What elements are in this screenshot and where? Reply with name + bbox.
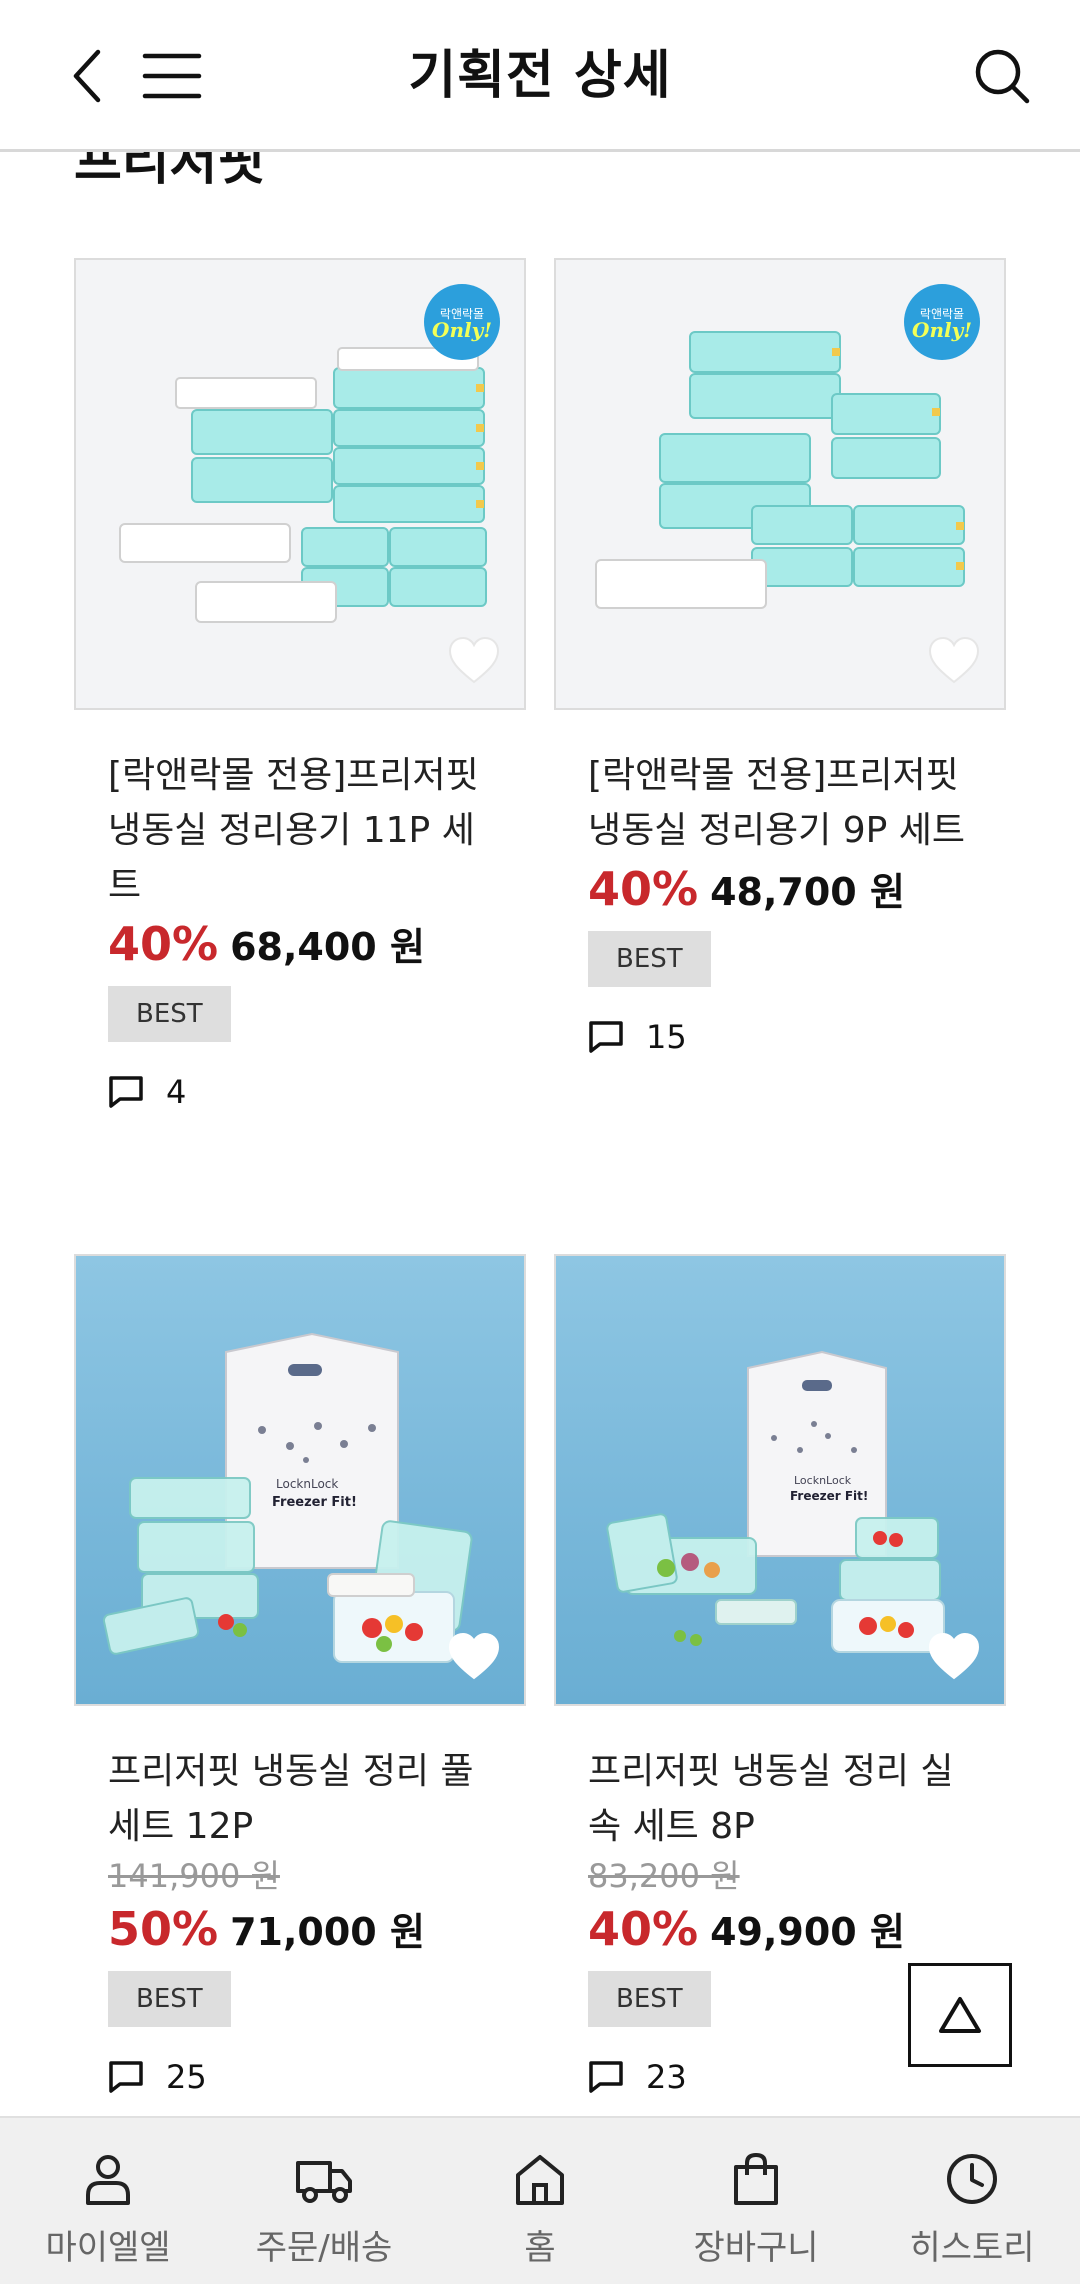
box-logo: LocknLock [276, 1477, 338, 1491]
product-image[interactable]: 락앤락몰 Only! [554, 258, 1006, 710]
discount-rate: 50% [108, 1902, 219, 1956]
only-badge: 락앤락몰 Only! [424, 284, 500, 360]
home-icon [516, 2155, 564, 2205]
best-badge: BEST [588, 931, 711, 987]
product-name[interactable]: [락앤락몰 전용]프리저핏 냉동실 정리용기 11P 세트 [108, 748, 492, 913]
comment-icon [589, 2061, 623, 2093]
price-row: 50% 71,000 원 [108, 1898, 492, 1963]
best-badge: BEST [588, 1971, 711, 2027]
box-title: Freezer Fit! [272, 1495, 357, 1510]
search-icon [975, 49, 1030, 104]
review-count[interactable]: 15 [588, 1017, 972, 1057]
nav-item-home[interactable]: 홈 [432, 2118, 648, 2284]
sale-price: 49,900 원 [710, 1910, 905, 1954]
original-price: 83,200 원 [588, 1857, 740, 1895]
comment-icon [109, 1076, 143, 1108]
nav-label: 히스토리 [909, 2228, 1035, 2268]
bottom-navigation: 마이엘엘 주문/배송 홈 장바구니 히스토리 [0, 2116, 1080, 2284]
product-name[interactable]: [락앤락몰 전용]프리저핏 냉동실 정리용기 9P 세트 [588, 748, 972, 858]
product-name[interactable]: 프리저핏 냉동실 정리 풀세트 12P [108, 1744, 492, 1854]
sale-price: 68,400 원 [230, 925, 425, 969]
nav-item-my[interactable]: 마이엘엘 [0, 2118, 216, 2284]
box-title: Freezer Fit! [790, 1489, 868, 1503]
product-card[interactable]: 락앤락몰 Only! [락앤락몰 전용]프리저핏 냉동실 정리용기 9P 세트 … [554, 258, 1006, 1057]
best-badge: BEST [108, 1971, 231, 2027]
product-image[interactable]: LocknLock Freezer Fit! [74, 1254, 526, 1706]
comment-icon [589, 1021, 623, 1053]
product-card[interactable]: 락앤락몰 Only! [락앤락몰 전용]프리저핏 냉동실 정리용기 11P 세트… [74, 258, 526, 1112]
nav-item-orders[interactable]: 주문/배송 [216, 2118, 432, 2284]
top-header: 기획전 상세 [0, 0, 1080, 152]
original-price: 141,900 원 [108, 1857, 280, 1895]
review-count[interactable]: 25 [108, 2057, 492, 2097]
nav-item-cart[interactable]: 장바구니 [648, 2118, 864, 2284]
clock-icon [947, 2154, 997, 2204]
triangle-up-icon [939, 1997, 981, 2033]
box-logo: LocknLock [794, 1474, 852, 1487]
product-name[interactable]: 프리저핏 냉동실 정리 실속 세트 8P [588, 1744, 972, 1854]
nav-item-history[interactable]: 히스토리 [864, 2118, 1080, 2284]
heart-icon[interactable] [446, 634, 502, 686]
discount-rate: 40% [108, 917, 219, 971]
comment-icon [109, 2061, 143, 2093]
nav-label: 홈 [524, 2228, 556, 2268]
product-card[interactable]: LocknLock Freezer Fit! [74, 1254, 526, 2097]
product-list-area[interactable]: 프리저핏 락앤락몰 Only! [락앤락몰 전용]프리저핏 냉동실 정리용기 1… [0, 152, 1080, 2116]
section-title: 프리저핏 [74, 152, 266, 192]
price-row: 40% 68,400 원 [108, 913, 492, 978]
bag-icon [734, 2152, 778, 2205]
nav-label: 장바구니 [693, 2228, 819, 2268]
review-count[interactable]: 4 [108, 1072, 492, 1112]
sale-price: 48,700 원 [710, 870, 905, 914]
review-count-value: 4 [166, 1073, 187, 1111]
only-badge-bottom: Only! [432, 318, 492, 342]
product-image[interactable]: LocknLock Freezer Fit! [554, 1254, 1006, 1706]
review-count-value: 23 [646, 2058, 687, 2096]
person-icon [86, 2155, 130, 2205]
heart-icon[interactable] [446, 1630, 502, 1682]
page-title: 기획전 상세 [408, 46, 672, 106]
nav-label: 마이엘엘 [45, 2228, 171, 2268]
discount-rate: 40% [588, 1902, 699, 1956]
product-image[interactable]: 락앤락몰 Only! [74, 258, 526, 710]
heart-icon[interactable] [926, 1630, 982, 1682]
heart-icon[interactable] [926, 634, 982, 686]
price-row: 40% 49,900 원 [588, 1898, 972, 1963]
price-row: 40% 48,700 원 [588, 858, 972, 923]
review-count-value: 25 [166, 2058, 207, 2096]
sale-price: 71,000 원 [230, 1910, 425, 1954]
review-count-value: 15 [646, 1018, 687, 1056]
only-badge-bottom: Only! [912, 318, 972, 342]
only-badge: 락앤락몰 Only! [904, 284, 980, 360]
discount-rate: 40% [588, 862, 699, 916]
best-badge: BEST [108, 986, 231, 1042]
truck-icon [296, 2161, 352, 2203]
search-button[interactable] [964, 38, 1040, 114]
scroll-top-button[interactable] [908, 1963, 1012, 2067]
nav-label: 주문/배송 [255, 2228, 393, 2268]
